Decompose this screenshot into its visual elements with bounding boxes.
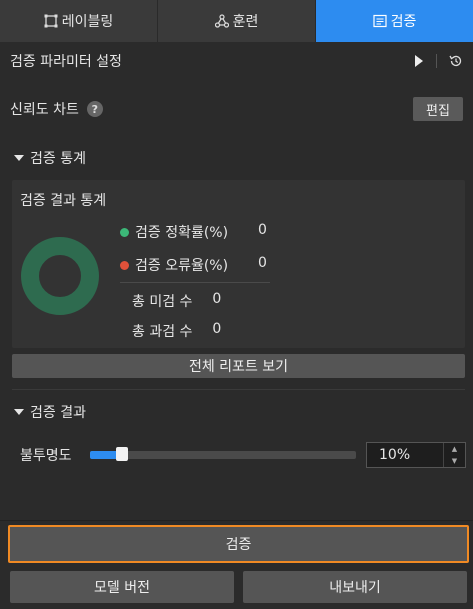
stats-donut-chart — [21, 237, 99, 315]
opacity-spinbox[interactable]: 10% ▲ ▼ — [366, 442, 466, 468]
full-report-button[interactable]: 전체 리포트 보기 — [12, 354, 465, 378]
training-icon — [214, 14, 229, 28]
labeling-icon — [44, 14, 58, 28]
validation-icon — [373, 14, 387, 28]
stats-divider — [120, 282, 270, 283]
bottom-separator — [0, 520, 473, 521]
param-settings-title: 검증 파라미터 설정 — [10, 54, 122, 70]
accuracy-value: 0 — [258, 222, 267, 238]
error-label: 검증 오류율(%) — [135, 258, 229, 274]
history-icon[interactable] — [449, 54, 463, 68]
opacity-label: 불투명도 — [20, 448, 72, 464]
accuracy-legend: 검증 정확률(%) — [120, 222, 228, 242]
caret-down-icon — [14, 409, 24, 415]
tab-labeling-label: 레이블링 — [61, 14, 114, 30]
opacity-slider[interactable] — [90, 447, 356, 461]
opacity-value[interactable]: 10% — [367, 447, 443, 463]
stats-section-title: 검증 통계 — [30, 151, 86, 167]
tab-training-label: 훈련 — [232, 14, 259, 30]
tab-labeling[interactable]: 레이블링 — [0, 0, 158, 42]
param-settings-row[interactable]: 검증 파라미터 설정 — [0, 44, 473, 78]
model-version-button[interactable]: 모델 버전 — [10, 571, 234, 603]
help-icon[interactable]: ? — [86, 101, 103, 117]
spin-up-icon[interactable]: ▲ — [444, 443, 465, 455]
export-button[interactable]: 내보내기 — [243, 571, 467, 603]
total-over-value: 0 — [212, 321, 222, 337]
verify-button[interactable]: 검증 — [8, 525, 469, 563]
stats-panel-title: 검증 결과 통계 — [20, 193, 107, 209]
play-icon[interactable] — [414, 55, 424, 67]
spin-down-icon[interactable]: ▼ — [444, 455, 465, 467]
confidence-chart-row: 신뢰도 차트 ? 편집 — [0, 93, 473, 125]
total-missed-label: 총 미검 수 — [132, 294, 193, 310]
tab-validation-label: 검증 — [390, 14, 417, 30]
opacity-slider-thumb[interactable] — [116, 447, 128, 461]
error-value: 0 — [258, 255, 267, 271]
total-over-line: 총 과검 수 0 — [132, 321, 221, 341]
results-section-header[interactable]: 검증 결과 — [0, 398, 473, 426]
error-legend: 검증 오류율(%) — [120, 255, 228, 275]
accuracy-dot — [120, 227, 129, 237]
accuracy-label: 검증 정확률(%) — [135, 225, 229, 241]
tab-training[interactable]: 훈련 — [158, 0, 316, 42]
separator — [436, 54, 437, 68]
tab-bar: 레이블링 훈련 검증 — [0, 0, 473, 42]
total-over-label: 총 과검 수 — [132, 324, 193, 340]
section-divider — [12, 389, 465, 390]
confidence-chart-title: 신뢰도 차트 — [10, 102, 79, 118]
error-dot — [120, 260, 129, 270]
stats-section-header[interactable]: 검증 통계 — [0, 144, 473, 172]
caret-down-icon — [14, 155, 24, 161]
results-section-title: 검증 결과 — [30, 405, 86, 421]
edit-button[interactable]: 편집 — [413, 97, 463, 121]
tab-validation[interactable]: 검증 — [316, 0, 473, 42]
stats-panel: 검증 결과 통계 검증 정확률(%) 0 검증 오류율(%) 0 총 미검 수 … — [12, 180, 465, 348]
total-missed-line: 총 미검 수 0 — [132, 291, 221, 311]
total-missed-value: 0 — [212, 291, 222, 307]
